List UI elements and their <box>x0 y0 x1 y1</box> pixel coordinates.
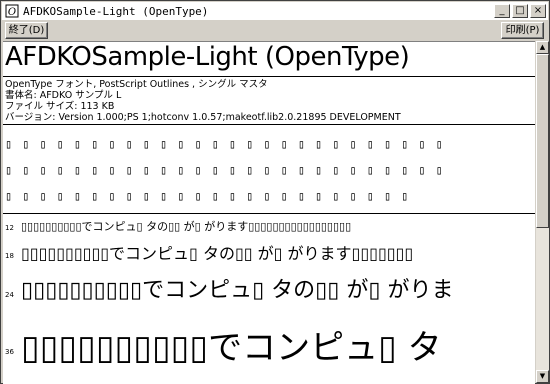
window-title: AFDKOSample-Light (OpenType) <box>23 4 209 18</box>
info-version: バージョン: Version 1.000;PS 1;hotconv 1.0.57… <box>5 112 401 123</box>
sample-text-12: ▯▯▯▯▯▯▯▯▯▯でコンピュ▯ タの▯▯ が▯ がります▯▯▯▯▯▯▯▯▯▯▯… <box>21 220 352 233</box>
divider <box>3 124 535 125</box>
scroll-down-button[interactable]: ▼ <box>536 370 549 383</box>
sample-text-36: ▯▯▯▯▯▯▯▯▯▯でコンピュ▯ タ <box>21 328 442 368</box>
minimize-button[interactable]: _ <box>494 4 510 18</box>
scroll-up-button[interactable]: ▲ <box>536 41 549 54</box>
sample-size-label: 24 <box>5 291 14 299</box>
info-type: OpenType フォント, PostScript Outlines , シング… <box>5 79 268 90</box>
sample-size-label: 36 <box>5 348 14 356</box>
maximize-button[interactable]: □ <box>512 4 528 18</box>
vertical-scrollbar[interactable]: ▲ ▼ <box>536 41 549 383</box>
done-button[interactable]: 終了(D) <box>5 22 48 39</box>
character-row: ▯▯▯▯▯▯▯▯▯▯▯▯▯▯▯▯▯▯▯▯▯▯▯▯▯▯ <box>5 137 453 151</box>
font-name-heading: AFDKOSample-Light (OpenType) <box>5 42 410 72</box>
font-preview-area: AFDKOSample-Light (OpenType) OpenType フォ… <box>3 41 535 384</box>
toolbar: 終了(D) 印刷(P) <box>2 21 548 40</box>
close-window-button[interactable]: × <box>530 4 546 18</box>
font-file-icon: O <box>5 4 19 18</box>
sample-text-24: ▯▯▯▯▯▯▯▯▯▯でコンピュ▯ タの▯▯ が▯ がりま <box>21 278 454 303</box>
divider <box>3 76 535 77</box>
character-row: ▯▯▯▯▯▯▯▯▯▯▯▯▯▯▯▯▯▯▯▯▯▯▯▯ <box>5 189 419 203</box>
character-row: ▯▯▯▯▯▯▯▯▯▯▯▯▯▯▯▯▯▯▯▯▯▯▯▯▯▯ <box>5 163 453 177</box>
divider <box>3 213 535 214</box>
svg-text:O: O <box>8 7 16 18</box>
info-typeface-name: 書体名: AFDKO サンプル L <box>5 90 122 101</box>
print-button[interactable]: 印刷(P) <box>501 22 544 39</box>
title-bar[interactable]: O AFDKOSample-Light (OpenType) _ □ × <box>2 2 548 20</box>
sample-size-label: 18 <box>5 252 14 260</box>
info-file-size: ファイル サイズ: 113 KB <box>5 101 115 112</box>
sample-size-label: 12 <box>5 224 14 232</box>
font-viewer-window: O AFDKOSample-Light (OpenType) _ □ × 終了(… <box>0 0 550 384</box>
sample-text-18: ▯▯▯▯▯▯▯▯▯▯でコンピュ▯ タの▯▯ が▯ がります▯▯▯▯▯▯▯ <box>21 244 414 263</box>
scroll-thumb[interactable] <box>536 54 549 228</box>
